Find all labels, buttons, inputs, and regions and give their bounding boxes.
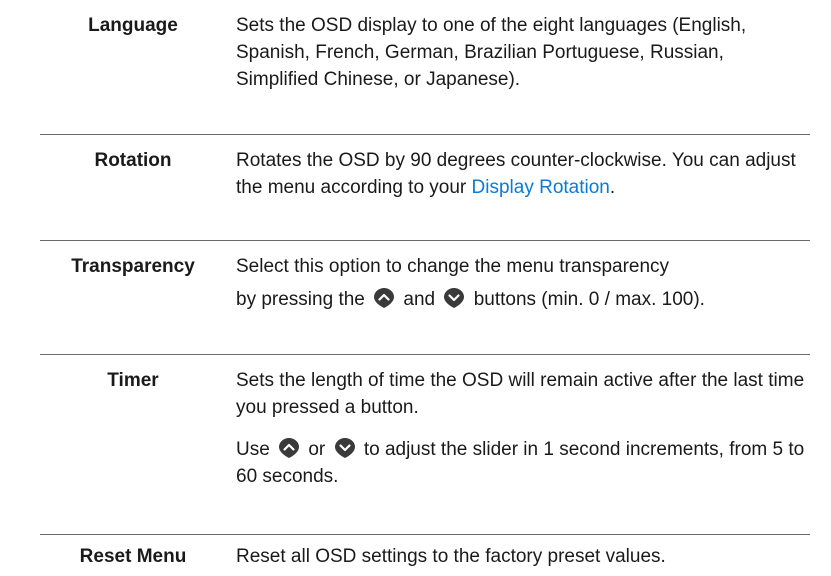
document-page: Language Sets the OSD display to one of … (0, 0, 831, 576)
table-row-timer: Timer Sets the length of time the OSD wi… (40, 355, 810, 535)
row-description-timer: Sets the length of time the OSD will rem… (226, 355, 810, 534)
rotation-description-end: . (609, 177, 616, 198)
chevron-down-icon (443, 287, 465, 309)
transparency-text-and: and (403, 289, 436, 310)
row-label-reset-menu: Reset Menu (79, 546, 187, 567)
table-row-reset-menu: Reset Menu Reset all OSD settings to the… (40, 535, 810, 576)
timer-text-use: Use (236, 439, 270, 460)
table-row-rotation: Rotation Rotates the OSD by 90 degrees c… (40, 135, 810, 241)
chevron-up-icon (278, 437, 300, 459)
row-label-timer: Timer (107, 370, 159, 391)
timer-description-para1: Sets the length of time the OSD will rem… (236, 370, 805, 418)
row-description-transparency: Select this option to change the menu tr… (226, 241, 810, 354)
row-label-rotation: Rotation (94, 150, 172, 171)
timer-text-or: or (308, 439, 326, 460)
row-description-reset-menu: Reset all OSD settings to the factory pr… (226, 535, 810, 576)
row-description-rotation: Rotates the OSD by 90 degrees counter-cl… (226, 135, 810, 240)
table-row-transparency: Transparency Select this option to chang… (40, 241, 810, 355)
row-label-transparency: Transparency (71, 256, 195, 277)
transparency-text-before: by pressing the (236, 289, 365, 310)
reset-menu-description: Reset all OSD settings to the factory pr… (236, 546, 666, 567)
chevron-down-icon (334, 437, 356, 459)
display-rotation-link[interactable]: Display Rotation (472, 177, 610, 198)
transparency-text-after: buttons (min. 0 / max. 100). (473, 289, 705, 310)
chevron-up-icon (373, 287, 395, 309)
table-row-language: Language Sets the OSD display to one of … (40, 0, 810, 135)
transparency-description-line1: Select this option to change the menu tr… (236, 256, 670, 277)
osd-settings-table: Language Sets the OSD display to one of … (40, 0, 810, 576)
language-description: Sets the OSD display to one of the eight… (236, 15, 747, 90)
row-description-language: Sets the OSD display to one of the eight… (226, 0, 810, 134)
row-label-language: Language (88, 15, 178, 36)
